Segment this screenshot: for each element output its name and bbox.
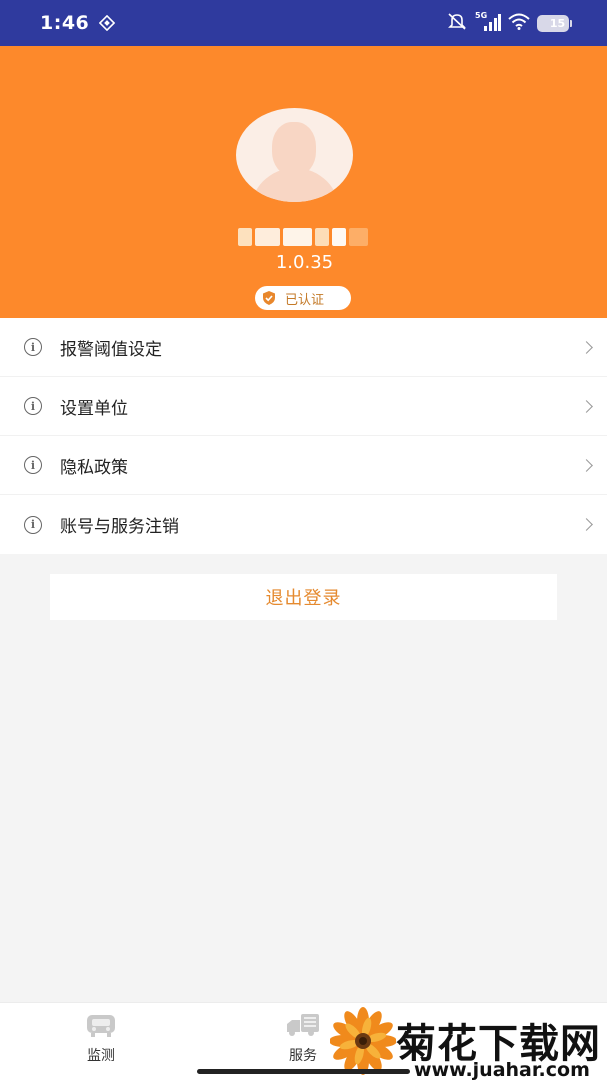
status-time: 1:46 bbox=[40, 12, 90, 34]
chevron-right-icon bbox=[580, 399, 593, 413]
username-redacted bbox=[238, 228, 368, 246]
info-icon: i bbox=[24, 456, 42, 474]
status-bar: 1:46 5G 15 bbox=[0, 0, 607, 46]
truck-service-icon bbox=[285, 1011, 321, 1039]
chevron-right-icon bbox=[580, 518, 593, 531]
menu-item-label: 隐私政策 bbox=[60, 457, 128, 478]
watermark-url: www.juahar.com bbox=[414, 1059, 590, 1080]
wifi-icon bbox=[508, 13, 530, 34]
chevron-right-icon bbox=[580, 458, 593, 472]
menu-item-alarm-threshold[interactable]: i 报警阈值设定 bbox=[0, 318, 607, 377]
status-indicators: 5G 15 bbox=[446, 11, 572, 34]
shield-check-icon bbox=[261, 290, 277, 306]
info-icon: i bbox=[24, 397, 42, 415]
menu-item-label: 报警阈值设定 bbox=[60, 339, 162, 360]
profile-header: 1.0.35 已认证 bbox=[0, 46, 607, 318]
verified-badge: 已认证 bbox=[255, 286, 351, 310]
menu-item-label: 账号与服务注销 bbox=[60, 517, 179, 537]
tab-monitor[interactable]: 监测 bbox=[61, 1011, 141, 1065]
car-monitor-icon bbox=[83, 1011, 119, 1039]
settings-menu: i 报警阈值设定 i 设置单位 i 隐私政策 i 账号与服务注销 bbox=[0, 318, 607, 554]
menu-item-units[interactable]: i 设置单位 bbox=[0, 377, 607, 436]
app-version: 1.0.35 bbox=[275, 252, 334, 273]
chevron-right-icon bbox=[580, 340, 593, 354]
verified-label: 已认证 bbox=[285, 292, 325, 308]
sim-icon bbox=[99, 14, 116, 32]
tab-label: 监测 bbox=[87, 1048, 115, 1064]
home-indicator[interactable] bbox=[197, 1069, 410, 1074]
menu-item-label: 设置单位 bbox=[60, 398, 128, 419]
info-icon: i bbox=[24, 338, 42, 356]
menu-item-privacy-policy[interactable]: i 隐私政策 bbox=[0, 436, 607, 495]
info-icon: i bbox=[24, 515, 42, 534]
logout-button[interactable]: 退出登录 bbox=[50, 574, 557, 620]
signal-icon: 5G bbox=[475, 11, 501, 32]
mute-icon bbox=[446, 12, 468, 34]
menu-item-account-deletion[interactable]: i 账号与服务注销 bbox=[0, 495, 607, 554]
avatar[interactable] bbox=[236, 108, 353, 202]
battery-icon: 15 bbox=[537, 14, 572, 32]
avatar-body bbox=[250, 168, 340, 202]
battery-percent: 15 bbox=[549, 16, 566, 30]
